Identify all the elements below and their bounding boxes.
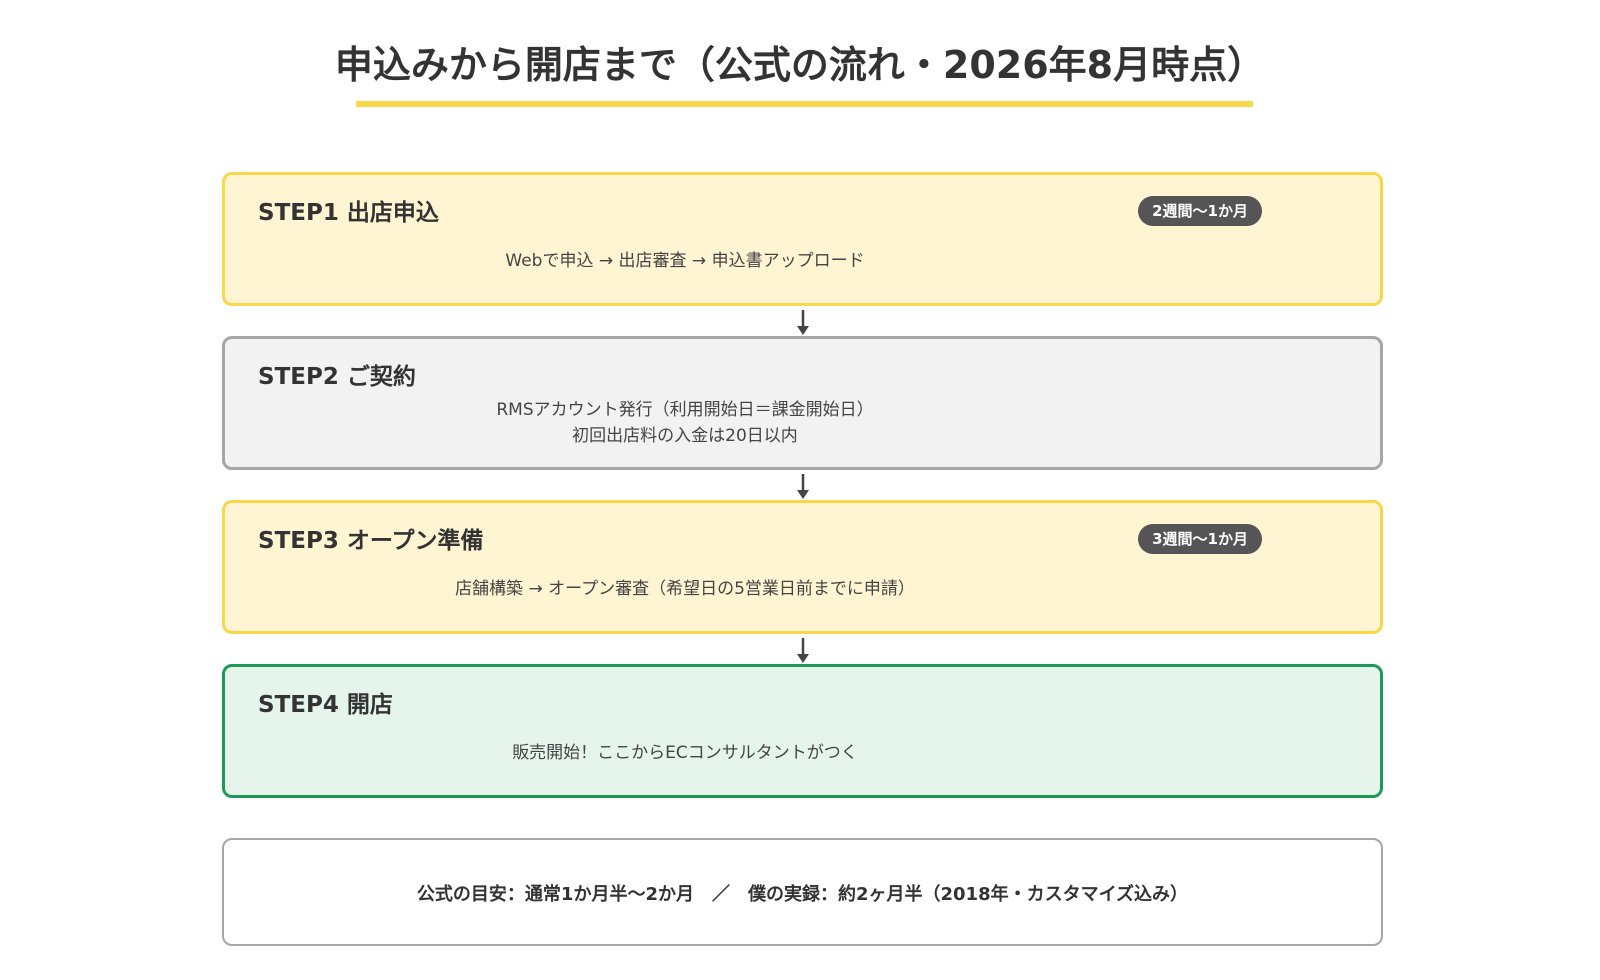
step-4-description: 販売開始！ここからECコンサルタントがつく xyxy=(225,740,1145,766)
step-3-box: STEP3 オープン準備 3週間〜1か月 店舗構築 → オープン審査（希望日の5… xyxy=(222,500,1383,634)
step-2-title: STEP2 ご契約 xyxy=(258,364,416,390)
step-4-box: STEP4 開店 販売開始！ここからECコンサルタントがつく xyxy=(222,664,1383,798)
step-2-box: STEP2 ご契約 RMSアカウント発行（利用開始日＝課金開始日） 初回出店料の… xyxy=(222,336,1383,470)
step-3-title: STEP3 オープン準備 xyxy=(258,528,484,554)
step-1-box: STEP1 出店申込 2週間〜1か月 Webで申込 → 出店審査 → 申込書アッ… xyxy=(222,172,1383,306)
down-arrow-icon xyxy=(797,474,809,499)
step-1-duration-badge: 2週間〜1か月 xyxy=(1138,196,1262,226)
step-3-duration-badge: 3週間〜1か月 xyxy=(1138,524,1262,554)
step-1-description: Webで申込 → 出店審査 → 申込書アップロード xyxy=(225,248,1145,274)
down-arrow-icon xyxy=(797,638,809,663)
title-underline xyxy=(356,101,1253,107)
page-title: 申込みから開店まで（公式の流れ・2026年8月時点） xyxy=(334,43,1266,87)
summary-text: 公式の目安：通常1か月半〜2か月 ／ 僕の実録：約2ヶ月半（2018年・カスタマ… xyxy=(416,884,1189,905)
step-3-description: 店舗構築 → オープン審査（希望日の5営業日前までに申請） xyxy=(225,576,1145,602)
step-2-description: RMSアカウント発行（利用開始日＝課金開始日） 初回出店料の入金は20日以内 xyxy=(225,397,1145,449)
step-4-line-1: 販売開始！ここからECコンサルタントがつく xyxy=(512,743,858,763)
step-2-line-2: 初回出店料の入金は20日以内 xyxy=(572,426,798,446)
step-1-title: STEP1 出店申込 xyxy=(258,200,439,226)
step-2-line-1: RMSアカウント発行（利用開始日＝課金開始日） xyxy=(496,400,874,420)
step-3-line-1: 店舗構築 → オープン審査（希望日の5営業日前までに申請） xyxy=(455,579,915,599)
step-1-line-1: Webで申込 → 出店審査 → 申込書アップロード xyxy=(505,251,865,271)
summary-box: 公式の目安：通常1か月半〜2か月 ／ 僕の実録：約2ヶ月半（2018年・カスタマ… xyxy=(222,838,1383,946)
step-4-title: STEP4 開店 xyxy=(258,692,393,718)
down-arrow-icon xyxy=(797,310,809,335)
